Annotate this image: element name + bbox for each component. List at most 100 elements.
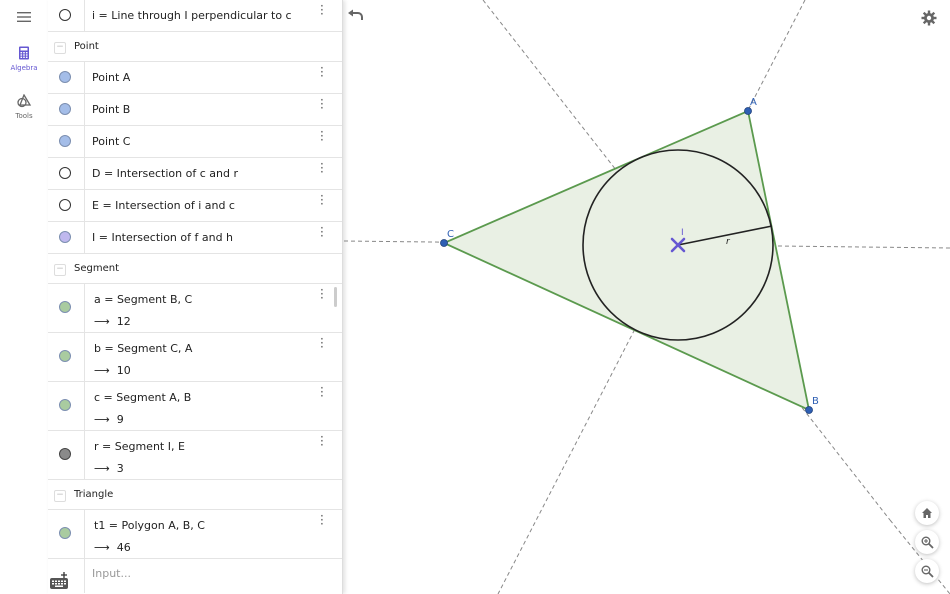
- algebra-row[interactable]: Point B · · ·: [48, 94, 342, 126]
- value-text: 9: [116, 413, 124, 426]
- scrollbar[interactable]: [334, 287, 337, 307]
- input-row[interactable]: Input...: [48, 559, 342, 593]
- group-header-label: Point: [74, 41, 99, 52]
- algebra-definition[interactable]: t1 = Polygon A, B, C: [94, 519, 205, 532]
- visibility-toggle[interactable]: [59, 71, 71, 83]
- marble-column: [48, 431, 85, 479]
- group-header-point: − Point: [48, 32, 342, 62]
- visibility-toggle[interactable]: [59, 199, 71, 211]
- gear-icon: [921, 10, 937, 26]
- marble-column: [48, 62, 85, 93]
- visibility-toggle[interactable]: [59, 448, 71, 460]
- algebra-definition[interactable]: c = Segment A, B: [94, 391, 191, 404]
- algebra-row[interactable]: I = Intersection of f and h · · ·: [48, 222, 342, 254]
- marble-column: [48, 190, 85, 221]
- algebra-row[interactable]: Point C · · ·: [48, 126, 342, 158]
- hamburger-menu-icon: [17, 12, 31, 22]
- group-header-label: Triangle: [74, 489, 114, 500]
- value-text: 46: [116, 541, 131, 554]
- menu-button[interactable]: [0, 10, 48, 26]
- algebra-definition[interactable]: I = Intersection of f and h: [92, 231, 233, 244]
- home-button[interactable]: [915, 501, 939, 525]
- algebra-definition[interactable]: i = Line through I perpendicular to c: [92, 9, 292, 22]
- graphics-view[interactable]: r I A B C: [343, 0, 950, 594]
- tools-button[interactable]: Tools: [0, 93, 48, 120]
- more-options-button[interactable]: · · ·: [320, 222, 324, 242]
- arrow-icon: ⟶: [94, 315, 110, 328]
- visibility-toggle[interactable]: [59, 231, 71, 243]
- algebra-row[interactable]: c = Segment A, B · · · ⟶ 9: [48, 382, 342, 431]
- label-A: A: [750, 97, 757, 108]
- algebra-definition[interactable]: r = Segment I, E: [94, 440, 185, 453]
- more-options-button[interactable]: · · ·: [320, 510, 324, 530]
- algebra-input[interactable]: Input...: [92, 567, 131, 580]
- value-text: 10: [116, 364, 131, 377]
- visibility-toggle[interactable]: [59, 135, 71, 147]
- collapse-toggle[interactable]: −: [54, 42, 66, 54]
- algebra-value: ⟶ 12: [94, 315, 131, 328]
- marble-column: [48, 0, 85, 31]
- undo-icon: [348, 9, 363, 20]
- algebra-row[interactable]: b = Segment C, A · · · ⟶ 10: [48, 333, 342, 382]
- keyboard-button[interactable]: [50, 572, 70, 590]
- point-A[interactable]: A: [744, 97, 758, 115]
- geogebra-app: Algebra Tools i = Line through I perpend…: [0, 0, 950, 594]
- algebra-list: i = Line through I perpendicular to c · · ·…: [48, 0, 342, 559]
- collapse-toggle[interactable]: −: [54, 264, 66, 276]
- algebra-row[interactable]: Point A · · ·: [48, 62, 342, 94]
- algebra-row[interactable]: r = Segment I, E · · · ⟶ 3: [48, 431, 342, 480]
- visibility-toggle[interactable]: [59, 527, 71, 539]
- more-options-button[interactable]: · · ·: [320, 190, 324, 210]
- algebra-definition[interactable]: D = Intersection of c and r: [92, 167, 238, 180]
- algebra-definition[interactable]: Point B: [92, 103, 130, 116]
- visibility-toggle[interactable]: [59, 9, 71, 21]
- more-options-button[interactable]: · · ·: [320, 94, 324, 114]
- marble-column: [48, 382, 85, 430]
- algebra-row[interactable]: a = Segment B, C · · · ⟶ 12: [48, 284, 342, 333]
- collapse-toggle[interactable]: −: [54, 490, 66, 502]
- algebra-row[interactable]: i = Line through I perpendicular to c · · ·: [48, 0, 342, 32]
- algebra-definition[interactable]: Point C: [92, 135, 131, 148]
- algebra-definition[interactable]: a = Segment B, C: [94, 293, 192, 306]
- more-options-button[interactable]: · · ·: [320, 0, 324, 20]
- algebra-value: ⟶ 3: [94, 462, 124, 475]
- geometry-canvas[interactable]: r I A B C: [343, 0, 950, 594]
- algebra-definition[interactable]: b = Segment C, A: [94, 342, 192, 355]
- group-header-label: Segment: [74, 263, 119, 274]
- settings-button[interactable]: [921, 10, 939, 28]
- algebra-label: Algebra: [10, 64, 38, 72]
- algebra-value: ⟶ 9: [94, 413, 124, 426]
- more-options-button[interactable]: · · ·: [320, 284, 324, 304]
- algebra-row[interactable]: D = Intersection of c and r · · ·: [48, 158, 342, 190]
- more-options-button[interactable]: · · ·: [320, 333, 324, 353]
- undo-button[interactable]: [347, 8, 367, 24]
- more-options-button[interactable]: · · ·: [320, 158, 324, 178]
- arrow-icon: ⟶: [94, 541, 110, 554]
- visibility-toggle[interactable]: [59, 103, 71, 115]
- calculator-icon: [19, 46, 29, 60]
- visibility-toggle[interactable]: [59, 167, 71, 179]
- zoom-out-button[interactable]: [915, 559, 939, 583]
- marble-column: [48, 284, 85, 332]
- more-options-button[interactable]: · · ·: [320, 431, 324, 451]
- value-text: 3: [116, 462, 124, 475]
- visibility-toggle[interactable]: [59, 301, 71, 313]
- visibility-toggle[interactable]: [59, 350, 71, 362]
- label-C: C: [447, 229, 454, 240]
- triangle-t1[interactable]: [441, 109, 811, 412]
- algebra-button[interactable]: Algebra: [0, 46, 48, 72]
- more-options-button[interactable]: · · ·: [320, 62, 324, 82]
- zoom-in-button[interactable]: [915, 530, 939, 554]
- algebra-row[interactable]: t1 = Polygon A, B, C · · · ⟶ 46: [48, 510, 342, 559]
- marble-column: [48, 126, 85, 157]
- marble-column: [48, 222, 85, 253]
- more-options-button[interactable]: · · ·: [320, 126, 324, 146]
- algebra-definition[interactable]: Point A: [92, 71, 130, 84]
- algebra-definition[interactable]: E = Intersection of i and c: [92, 199, 235, 212]
- zoom-in-icon: [921, 536, 934, 549]
- visibility-toggle[interactable]: [59, 399, 71, 411]
- home-icon: [922, 508, 932, 518]
- algebra-row[interactable]: E = Intersection of i and c · · ·: [48, 190, 342, 222]
- label-I: I: [681, 228, 684, 238]
- more-options-button[interactable]: · · ·: [320, 382, 324, 402]
